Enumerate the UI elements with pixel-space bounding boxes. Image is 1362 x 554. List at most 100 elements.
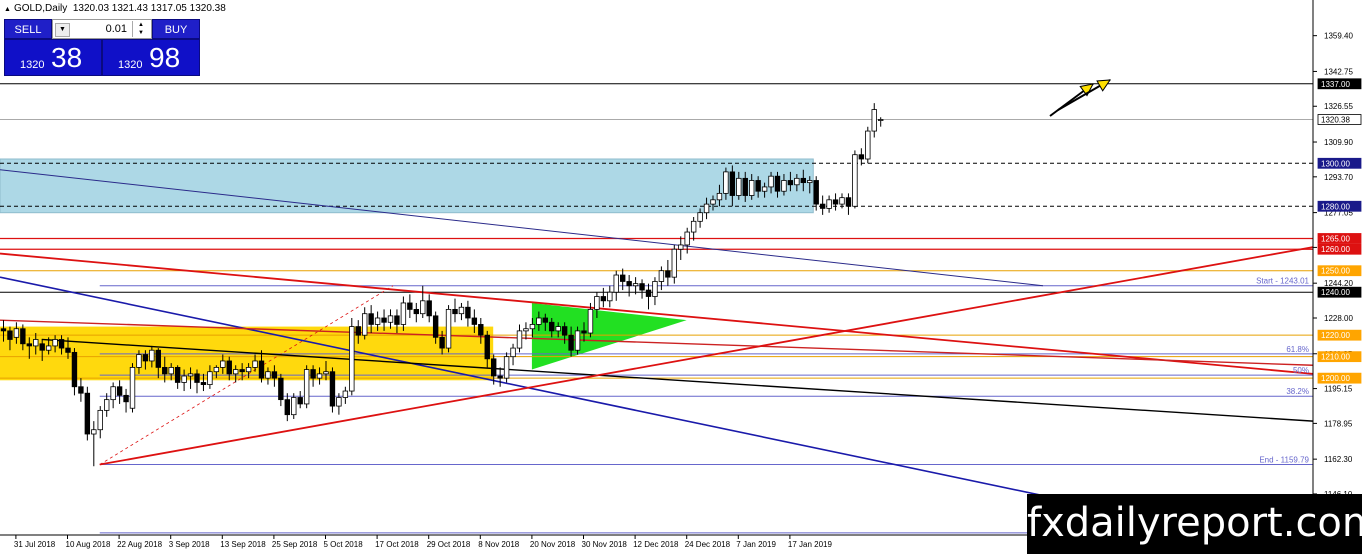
candle bbox=[845, 193, 852, 215]
lot-dropdown-icon[interactable]: ▼ bbox=[55, 23, 70, 37]
candle-body bbox=[665, 270, 671, 278]
sell-price-box[interactable]: 1320 38 bbox=[4, 39, 102, 76]
candle bbox=[600, 287, 607, 308]
candle-body bbox=[639, 283, 645, 291]
candle bbox=[78, 378, 84, 402]
x-tick-label: 22 Aug 2018 bbox=[117, 540, 162, 549]
candle bbox=[387, 309, 394, 329]
collapse-triangle-icon[interactable]: ▲ bbox=[4, 6, 11, 13]
sell-price-pips: 38 bbox=[51, 42, 83, 73]
candle-body bbox=[878, 119, 884, 121]
candle-body bbox=[600, 296, 607, 302]
candle-body bbox=[607, 291, 613, 302]
candle bbox=[407, 294, 413, 318]
candle bbox=[639, 279, 645, 299]
candle bbox=[413, 302, 419, 323]
candle-body bbox=[800, 177, 806, 184]
candle bbox=[129, 363, 136, 413]
chart-header: ▲ GOLD,Daily 1320.03 1321.43 1317.05 1320… bbox=[4, 3, 226, 14]
candle-body bbox=[136, 354, 142, 368]
y-tick-label: 1162.30 bbox=[1324, 455, 1353, 464]
candle-body bbox=[568, 334, 574, 351]
candle bbox=[678, 236, 684, 260]
candle bbox=[878, 117, 884, 127]
price-label: 1280.00 bbox=[1317, 200, 1362, 212]
candle-body bbox=[252, 360, 258, 368]
candle-body bbox=[245, 367, 252, 373]
x-tick-label: 17 Oct 2018 bbox=[375, 540, 419, 549]
candle-body bbox=[142, 354, 149, 362]
candle-body bbox=[278, 377, 284, 401]
x-tick-label: 7 Jan 2019 bbox=[736, 540, 776, 549]
candle-body bbox=[787, 180, 794, 186]
price-label-text: 1300.00 bbox=[1321, 159, 1350, 168]
candle-body bbox=[387, 315, 394, 323]
lot-size-input[interactable]: ▼ 0.01 ▲ ▼ bbox=[52, 19, 152, 39]
price-label: 1320.38 bbox=[1317, 114, 1362, 125]
candle bbox=[342, 386, 349, 404]
candle-body bbox=[703, 203, 710, 214]
y-tick-label: 1228.00 bbox=[1324, 314, 1353, 323]
candle bbox=[110, 382, 116, 409]
candle bbox=[607, 285, 613, 308]
candle-body bbox=[97, 409, 103, 431]
y-tick-label: 1195.15 bbox=[1324, 385, 1353, 394]
candle-body bbox=[297, 397, 303, 405]
price-label: 1260.00 bbox=[1317, 243, 1362, 255]
candle-body bbox=[536, 317, 542, 325]
candle-body bbox=[865, 130, 871, 160]
price-chart: Start - 1243.01 61.8% 50% 38.2% End - 1159.7… bbox=[0, 0, 1362, 554]
up-arrow-2 bbox=[1057, 79, 1111, 111]
lot-value: 0.01 bbox=[105, 23, 127, 35]
candle-body bbox=[452, 308, 458, 315]
candle bbox=[852, 150, 858, 209]
candle-body bbox=[768, 175, 774, 188]
candle bbox=[871, 103, 877, 138]
candle-body bbox=[658, 270, 665, 282]
candle-body bbox=[104, 399, 110, 411]
candle bbox=[361, 307, 368, 340]
candle-body bbox=[407, 302, 413, 310]
candle-body bbox=[349, 326, 355, 392]
candle-body bbox=[39, 343, 45, 351]
price-label: 1265.00 bbox=[1317, 233, 1362, 244]
candle bbox=[329, 367, 336, 413]
x-tick-label: 25 Sep 2018 bbox=[272, 540, 318, 549]
candle bbox=[400, 296, 407, 331]
candle-body bbox=[33, 339, 39, 347]
x-tick-label: 30 Nov 2018 bbox=[582, 540, 628, 549]
buy-price-box[interactable]: 1320 98 bbox=[102, 39, 200, 76]
candle-body bbox=[413, 308, 419, 315]
candle-body bbox=[845, 197, 852, 207]
candle bbox=[303, 365, 310, 409]
x-tick-label: 3 Sep 2018 bbox=[169, 540, 210, 549]
candle-body bbox=[490, 358, 497, 377]
candle-body bbox=[813, 180, 819, 205]
candle bbox=[613, 270, 619, 301]
lot-spinner-icon[interactable]: ▲ ▼ bbox=[132, 21, 149, 37]
candle bbox=[97, 406, 103, 439]
candle bbox=[626, 275, 632, 297]
price-label-text: 1260.00 bbox=[1321, 245, 1350, 254]
candle bbox=[665, 259, 671, 286]
candle bbox=[671, 244, 677, 284]
candle-body bbox=[697, 212, 703, 222]
symmetrical-triangle bbox=[531, 302, 687, 370]
candle-body bbox=[819, 203, 826, 209]
candle-body bbox=[471, 317, 478, 325]
candle bbox=[420, 285, 426, 318]
candle bbox=[516, 324, 523, 353]
candle-body bbox=[123, 394, 129, 403]
candle-body bbox=[549, 321, 555, 332]
candle-body bbox=[258, 360, 265, 379]
candle-body bbox=[116, 386, 123, 396]
candle-body bbox=[652, 281, 658, 297]
candle-body bbox=[510, 347, 516, 358]
candle-body bbox=[213, 367, 220, 373]
sell-button[interactable]: SELL bbox=[4, 19, 52, 39]
candle bbox=[690, 217, 697, 241]
buy-button[interactable]: BUY bbox=[152, 19, 200, 39]
candle-body bbox=[503, 356, 510, 379]
candle-body bbox=[742, 177, 748, 196]
candle-body bbox=[632, 283, 639, 287]
